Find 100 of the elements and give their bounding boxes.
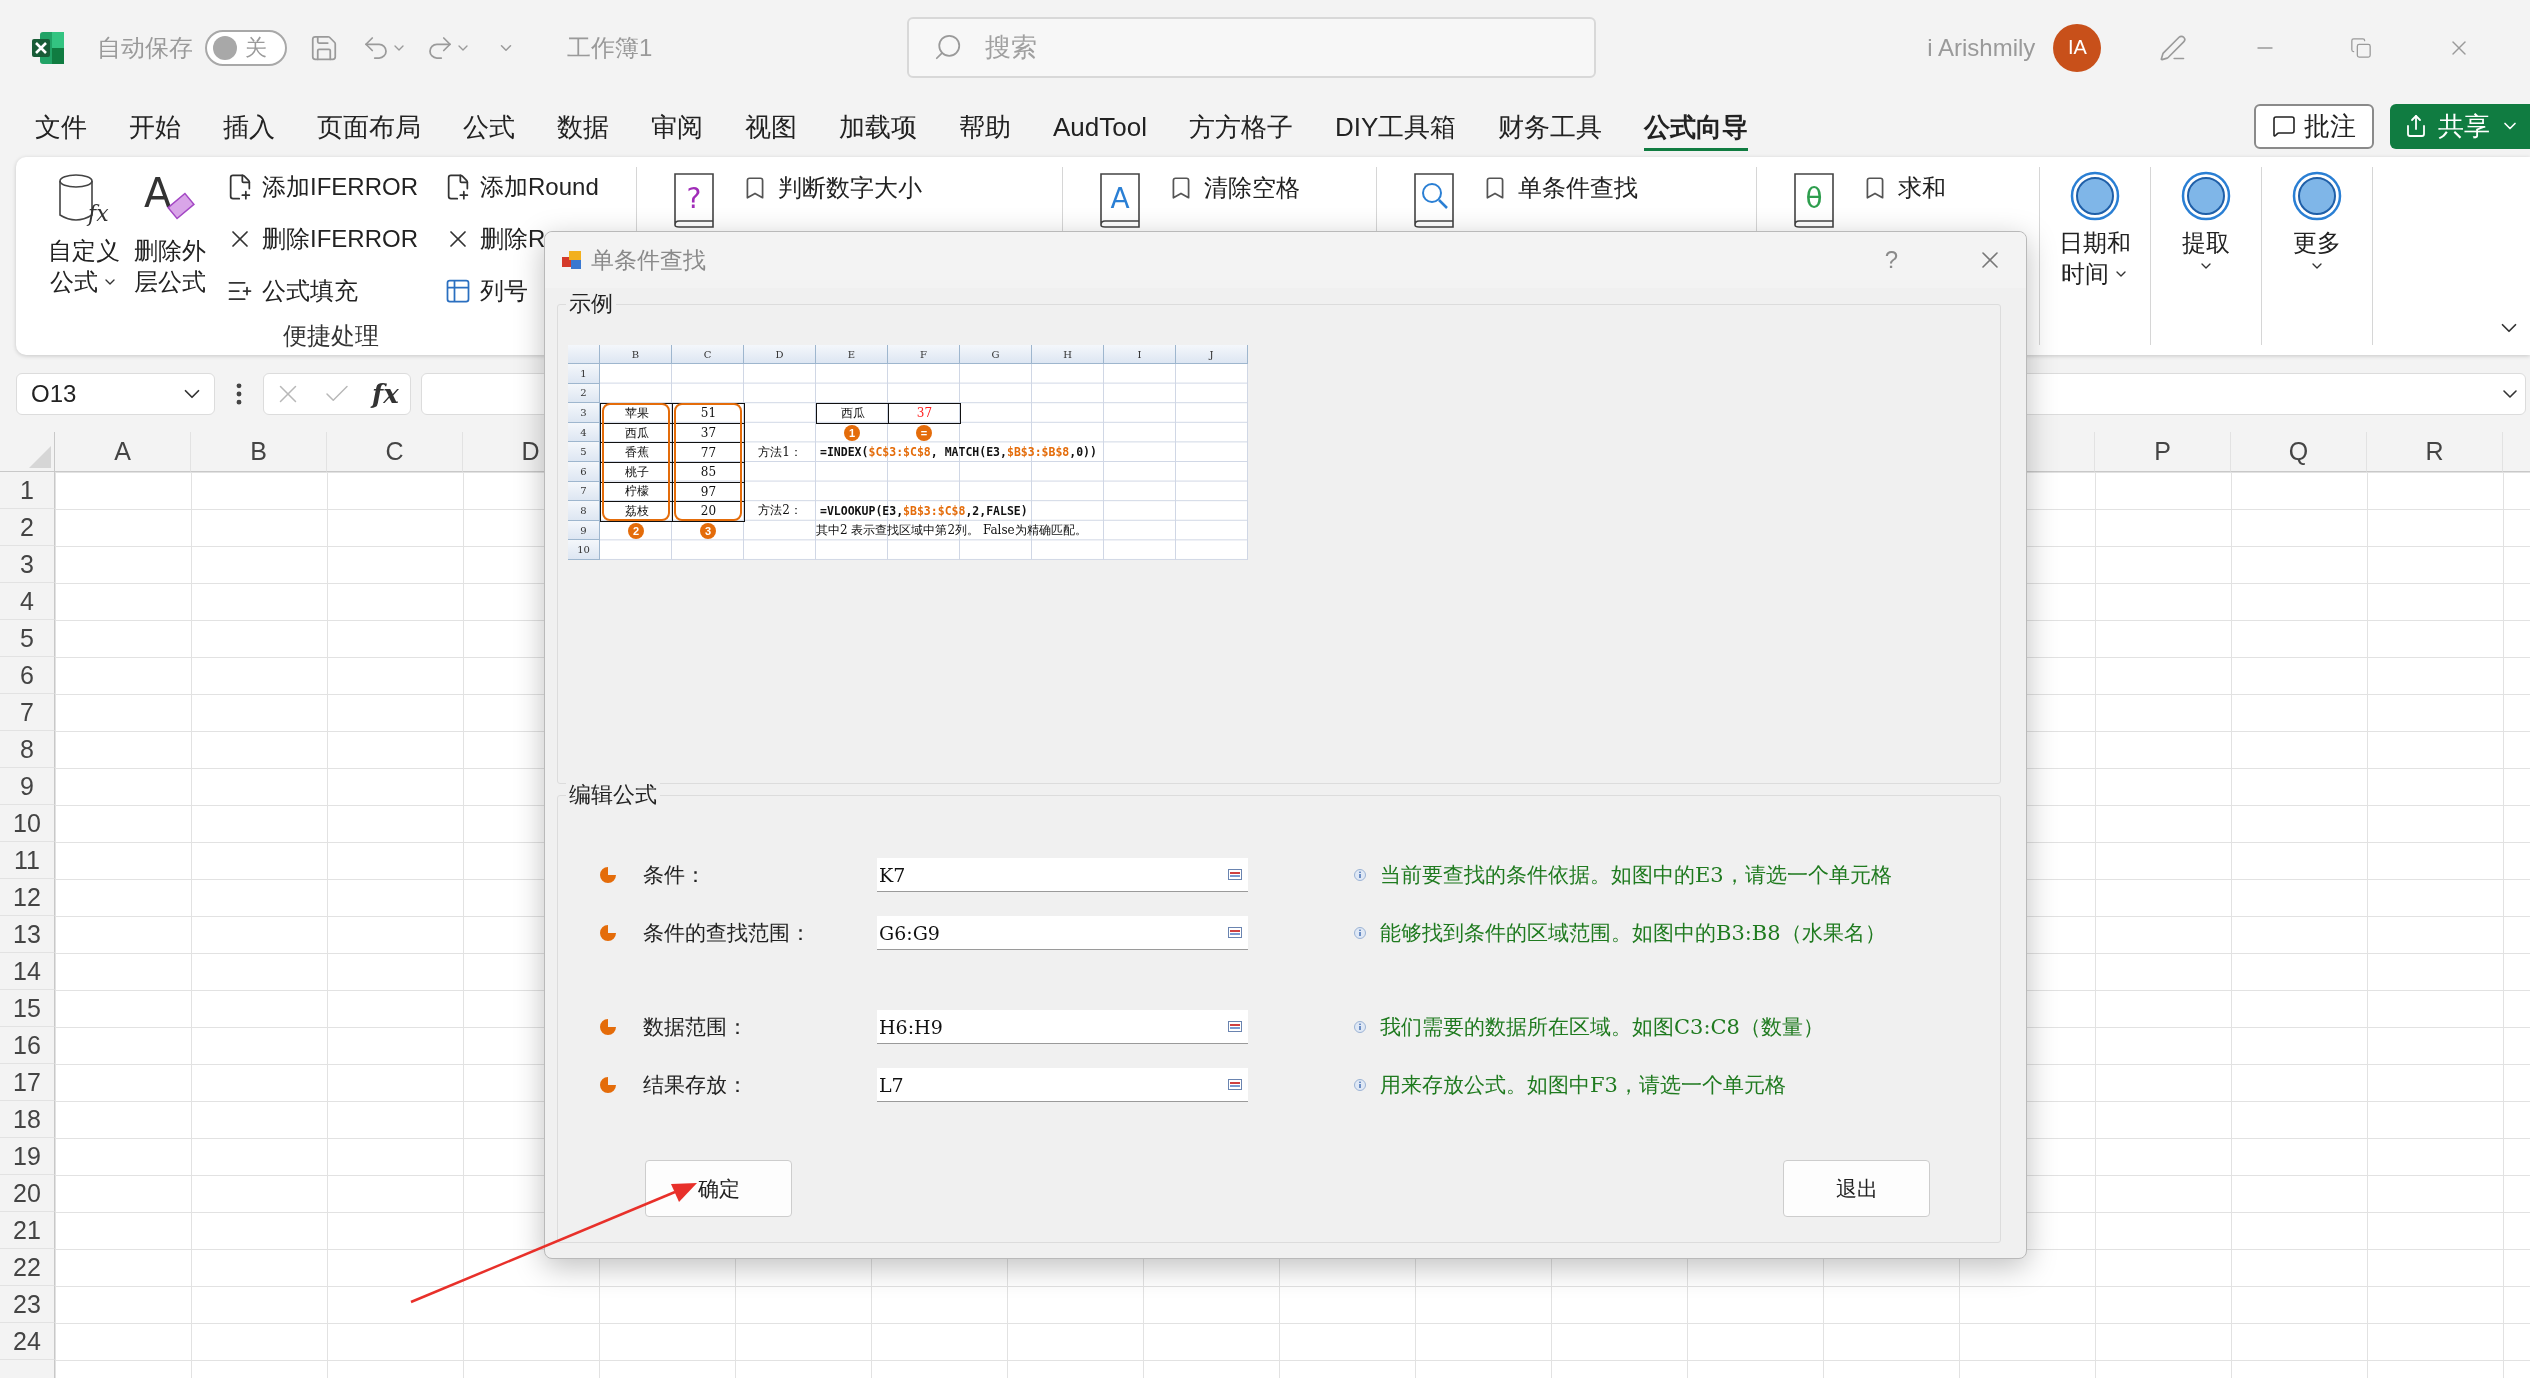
ribbon-menu-button[interactable]: 提取: [2151, 157, 2261, 355]
dialog-title: 单条件查找: [591, 245, 706, 275]
range-select-icon: [1228, 869, 1242, 880]
restore-icon[interactable]: [2350, 36, 2373, 59]
menu-tab[interactable]: 文件: [14, 101, 108, 151]
menu-tab[interactable]: 财务工具: [1477, 101, 1624, 151]
ribbon-button[interactable]: 删除IFERROR: [226, 213, 418, 265]
ribbon-button[interactable]: 添加IFERROR: [226, 161, 418, 213]
ribbon-button[interactable]: 求和: [1862, 171, 1946, 205]
user-avatar[interactable]: IA: [2053, 23, 2102, 72]
formula-text: =INDEX($C$3:$C$8, MATCH(E3,$B$3:$B$8,0)): [819, 444, 1098, 462]
method-label: 方法1：: [757, 443, 803, 461]
ribbon-menu-button[interactable]: 更多: [2262, 157, 2372, 355]
column-header[interactable]: C: [327, 432, 463, 472]
row-header[interactable]: 1: [0, 472, 55, 509]
menu-tab[interactable]: 开始: [108, 101, 202, 151]
row-header[interactable]: 4: [0, 583, 55, 620]
formula-text: =VLOOKUP(E3,$B$3:$C$8,2,FALSE): [819, 502, 1029, 520]
range-select-icon: [1228, 927, 1242, 938]
search-field[interactable]: 搜索: [907, 17, 1597, 78]
insert-function-button[interactable]: fx: [370, 379, 401, 409]
circle-icon: [2070, 171, 2120, 221]
ribbon-button[interactable]: 删除R: [444, 213, 546, 265]
row-header[interactable]: 3: [0, 546, 55, 583]
user-name: i Arishmily: [1927, 33, 2036, 62]
row-header[interactable]: 17: [0, 1064, 55, 1101]
pen-icon[interactable]: [2159, 33, 2188, 62]
column-header[interactable]: R: [2367, 432, 2503, 472]
menu-tab[interactable]: 页面布局: [296, 101, 442, 151]
menu-tab[interactable]: 审阅: [630, 101, 724, 151]
column-header[interactable]: B: [191, 432, 327, 472]
row-header: 7: [568, 481, 600, 502]
number-badge: 1: [844, 424, 860, 441]
column-header[interactable]: Q: [2231, 432, 2367, 472]
ribbon-button[interactable]: 列号: [444, 265, 528, 317]
ribbon-button[interactable]: 添加Round: [444, 161, 599, 213]
input-field[interactable]: H6:H9: [877, 1010, 1248, 1044]
row-header: 3: [568, 403, 600, 423]
row-header[interactable]: 14: [0, 953, 55, 990]
ribbon-menu-button[interactable]: 日期和 时间: [2040, 157, 2150, 355]
select-all-icon: [29, 446, 51, 468]
row-header[interactable]: 9: [0, 768, 55, 805]
row-header: 1: [568, 364, 600, 384]
ok-button[interactable]: 确定: [645, 1160, 792, 1217]
menu-tab[interactable]: 加载项: [818, 101, 938, 151]
comment-icon: [2272, 114, 2296, 138]
comments-button[interactable]: 批注: [2254, 103, 2374, 149]
row-header[interactable]: 12: [0, 879, 55, 916]
row-header[interactable]: 2: [0, 509, 55, 546]
row-header[interactable]: 6: [0, 657, 55, 694]
menu-tab[interactable]: DIY工具箱: [1313, 101, 1478, 151]
row-header[interactable]: 7: [0, 694, 55, 731]
row-header[interactable]: 20: [0, 1175, 55, 1212]
menu-tab[interactable]: 插入: [202, 101, 296, 151]
share-button[interactable]: 共享: [2390, 103, 2530, 149]
menu-tab[interactable]: 视图: [724, 101, 818, 151]
method-label: 方法2：: [757, 502, 803, 520]
name-box[interactable]: O13: [16, 373, 215, 415]
ribbon-button[interactable]: 清除空格: [1168, 171, 1300, 205]
column-header[interactable]: A: [55, 432, 191, 472]
ribbon-button[interactable]: 判断数字大小: [742, 171, 922, 205]
column-header: F: [888, 345, 960, 364]
row-header[interactable]: 23: [0, 1286, 55, 1323]
ribbon-button[interactable]: fx 自定义 公式: [41, 157, 127, 321]
row-header[interactable]: 5: [0, 620, 55, 657]
row-header: 6: [568, 461, 600, 482]
row-header[interactable]: 18: [0, 1101, 55, 1138]
menu-tab[interactable]: 公式: [442, 101, 536, 151]
column-header: I: [1104, 345, 1176, 364]
menu-tab[interactable]: 公式向导: [1623, 101, 1770, 151]
ribbon-button[interactable]: 单条件查找: [1482, 171, 1638, 205]
row-header: 4: [568, 422, 600, 443]
column-header[interactable]: P: [2095, 432, 2231, 472]
row-header[interactable]: 15: [0, 990, 55, 1027]
row-header[interactable]: 24: [0, 1323, 55, 1360]
row-header[interactable]: 21: [0, 1212, 55, 1249]
table-cell: 荔枝: [600, 501, 673, 522]
input-field[interactable]: G6:G9: [877, 916, 1248, 950]
row-header[interactable]: 13: [0, 916, 55, 953]
menu-tab[interactable]: 帮助: [938, 101, 1032, 151]
input-field[interactable]: K7: [877, 858, 1248, 892]
input-field[interactable]: L7: [877, 1068, 1248, 1102]
ribbon-button[interactable]: 公式填充: [226, 265, 358, 317]
row-header[interactable]: 22: [0, 1249, 55, 1286]
number-badge: =: [916, 424, 932, 441]
row-header[interactable]: 11: [0, 842, 55, 879]
row-header[interactable]: 16: [0, 1027, 55, 1064]
row-header[interactable]: 8: [0, 731, 55, 768]
row-header[interactable]: 19: [0, 1138, 55, 1175]
row-header[interactable]: 10: [0, 805, 55, 842]
select-all-corner[interactable]: [0, 432, 55, 472]
menu-tab[interactable]: 方方格子: [1167, 101, 1314, 151]
menu-tab[interactable]: AudTool: [1032, 103, 1168, 149]
column-header: H: [1032, 345, 1104, 364]
exit-button[interactable]: 退出: [1783, 1160, 1930, 1217]
ribbon-button[interactable]: A 删除外 层公式: [127, 157, 213, 321]
number-badge: 2: [628, 522, 644, 539]
menu-tab[interactable]: 数据: [536, 101, 630, 151]
table-cell: 37: [888, 403, 961, 424]
table-cell: 20: [672, 501, 745, 522]
